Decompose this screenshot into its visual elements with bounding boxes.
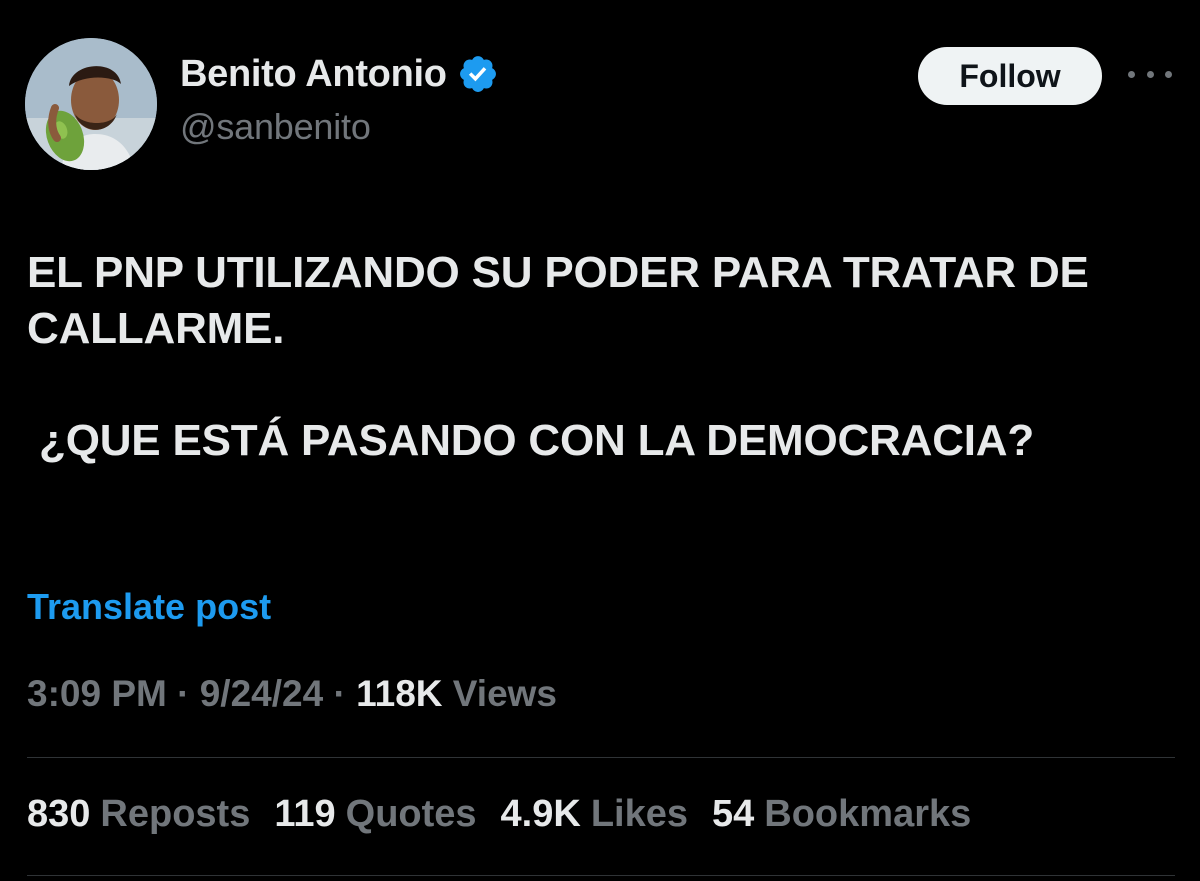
more-dots-icon: [1165, 70, 1172, 78]
more-dots-icon: [1128, 70, 1135, 78]
bookmarks-stat[interactable]: 54 Bookmarks: [712, 793, 971, 836]
views-count: 118K: [356, 673, 443, 714]
reposts-count: 830: [27, 793, 91, 835]
quotes-label: Quotes: [345, 793, 477, 835]
views-label: Views: [452, 673, 558, 714]
post-body: EL PNP UTILIZANDO SU PODER PARA TRATAR D…: [27, 245, 1177, 469]
author-info: Benito Antonio @sanbenito: [180, 50, 499, 148]
verified-badge-icon[interactable]: [457, 53, 499, 95]
reposts-stat[interactable]: 830 Reposts: [27, 793, 250, 836]
likes-label: Likes: [590, 793, 688, 835]
engagement-stats: 830 Reposts 119 Quotes 4.9K Likes 54 Bookmar…: [27, 793, 971, 836]
meta-separator: ·: [333, 673, 346, 714]
post-metadata: 3:09 PM · 9/24/24 · 118K Views: [27, 673, 557, 715]
bookmarks-count: 54: [712, 793, 755, 835]
more-options-button[interactable]: [1128, 60, 1172, 88]
post-time[interactable]: 3:09 PM: [27, 673, 167, 714]
reposts-label: Reposts: [100, 793, 251, 835]
follow-button[interactable]: Follow: [918, 47, 1102, 105]
post-header: Benito Antonio @sanbenito Follow: [0, 0, 1200, 200]
display-name[interactable]: Benito Antonio: [180, 53, 447, 96]
post-text-paragraph-2: ¿QUE ESTÁ PASANDO CON LA DEMOCRACIA?: [27, 416, 1035, 465]
post-date[interactable]: 9/24/24: [200, 673, 323, 714]
meta-separator: ·: [177, 673, 190, 714]
handle[interactable]: @sanbenito: [180, 106, 499, 148]
likes-count: 4.9K: [500, 793, 581, 835]
translate-post-link[interactable]: Translate post: [27, 586, 271, 628]
display-name-row: Benito Antonio: [180, 50, 499, 98]
more-dots-icon: [1146, 70, 1154, 78]
divider: [27, 875, 1175, 876]
quotes-count: 119: [274, 793, 336, 835]
post-text-paragraph-1: EL PNP UTILIZANDO SU PODER PARA TRATAR D…: [27, 248, 1101, 353]
avatar[interactable]: [25, 38, 157, 170]
quotes-stat[interactable]: 119 Quotes: [274, 793, 476, 836]
avatar-photo: [25, 38, 157, 170]
divider: [27, 757, 1175, 758]
bookmarks-label: Bookmarks: [764, 793, 972, 835]
likes-stat[interactable]: 4.9K Likes: [501, 793, 688, 836]
